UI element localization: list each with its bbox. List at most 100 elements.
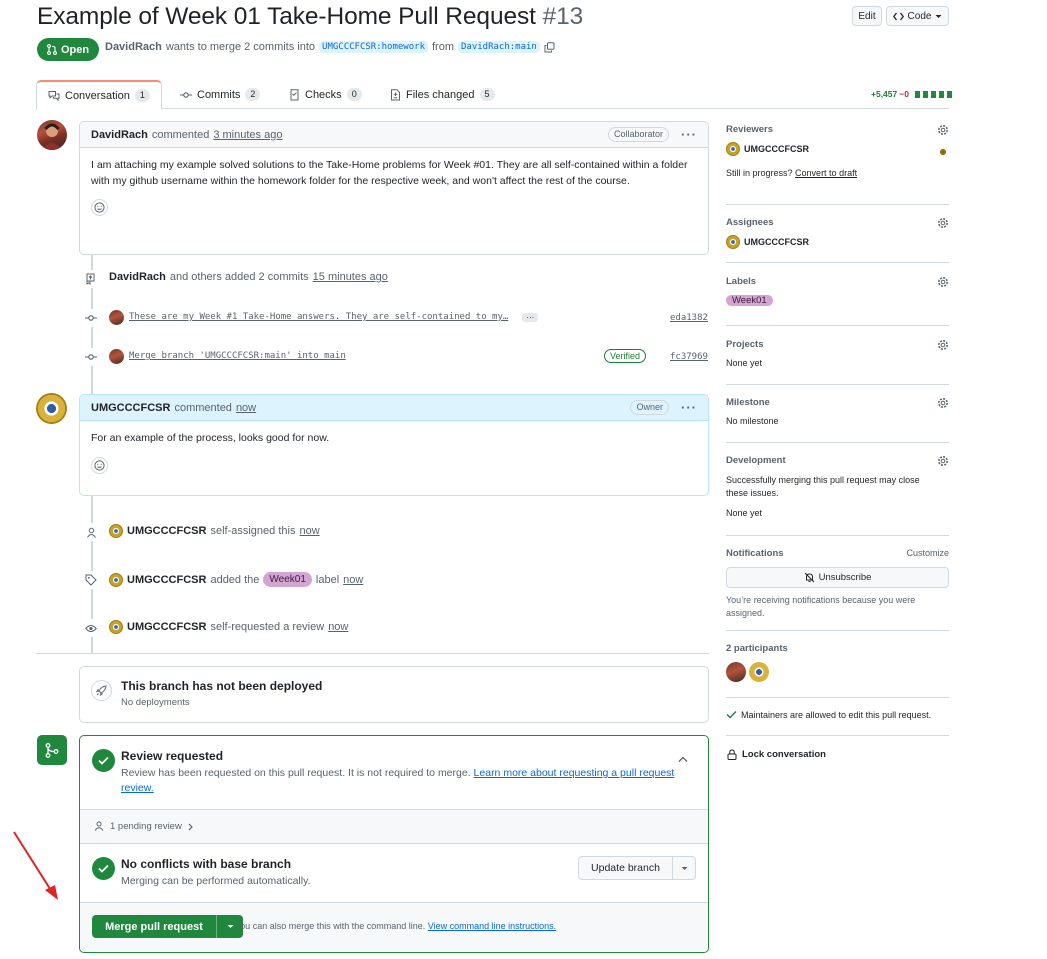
sidebar-assignees: Assignees UMGCCCFCSR bbox=[726, 217, 949, 263]
avatar[interactable] bbox=[109, 349, 124, 364]
comment-box: DavidRach commented 3 minutes ago Collab… bbox=[79, 121, 709, 255]
avatar[interactable] bbox=[726, 662, 746, 682]
comment-header: UMGCCCFCSR commented now Owner ··· bbox=[80, 395, 708, 421]
smiley-icon bbox=[94, 202, 105, 213]
gear-icon[interactable] bbox=[937, 397, 949, 409]
comment-timestamp[interactable]: 3 minutes ago bbox=[213, 129, 282, 141]
notifications-note: You’re receiving notifications because y… bbox=[726, 595, 916, 618]
caret-down-icon bbox=[681, 866, 688, 871]
avatar bbox=[726, 142, 740, 156]
unsubscribe-button[interactable]: Unsubscribe bbox=[726, 567, 949, 588]
comment-author[interactable]: DavidRach bbox=[91, 129, 148, 141]
tag-icon bbox=[82, 571, 100, 589]
tab-files-changed[interactable]: Files changed 5 bbox=[390, 80, 495, 109]
smiley-icon bbox=[94, 459, 105, 471]
commit-message[interactable]: Merge branch 'UMGCCCFCSR:main' into main bbox=[129, 351, 346, 361]
reviewer-name: UMGCCCFCSR bbox=[744, 144, 809, 154]
avatar[interactable] bbox=[109, 524, 123, 538]
event-text: and others added 2 commits bbox=[169, 271, 309, 283]
milestone-value: No milestone bbox=[726, 416, 779, 426]
merge-pull-request-button[interactable]: Merge pull request bbox=[92, 921, 216, 933]
event-actor[interactable]: UMGCCCFCSR bbox=[127, 574, 206, 586]
event-time[interactable]: now bbox=[343, 574, 363, 586]
commit-sha[interactable]: eda1382 bbox=[670, 313, 708, 323]
customize-link[interactable]: Customize bbox=[906, 548, 949, 558]
avatar[interactable] bbox=[749, 662, 769, 682]
pr-author-link[interactable]: DavidRach bbox=[105, 41, 162, 53]
avatar[interactable] bbox=[109, 310, 124, 325]
sidebar-heading: Development bbox=[726, 455, 786, 466]
label-badge[interactable]: Week01 bbox=[263, 572, 312, 587]
draft-hint-text: Still in progress? bbox=[726, 168, 793, 178]
chevron-up-icon[interactable] bbox=[678, 756, 688, 763]
add-reaction-button[interactable] bbox=[91, 199, 108, 216]
avatar[interactable] bbox=[36, 393, 67, 424]
label-badge[interactable]: Week01 bbox=[726, 295, 773, 306]
diffstat-deletions: −0 bbox=[899, 89, 909, 99]
sidebar-heading: Assignees bbox=[726, 217, 774, 228]
repo-push-icon bbox=[82, 270, 100, 288]
event-time[interactable]: now bbox=[299, 525, 319, 537]
comment-discussion-icon bbox=[48, 90, 60, 101]
timeline-event: UMGCCCFCSR self-assigned this now bbox=[109, 524, 320, 538]
assignee-row[interactable]: UMGCCCFCSR bbox=[726, 235, 949, 249]
pr-title-text: Example of Week 01 Take-Home Pull Reques… bbox=[37, 3, 536, 30]
update-branch-dropdown[interactable] bbox=[672, 856, 696, 880]
draft-hint: Still in progress? Convert to draft bbox=[726, 168, 949, 178]
assignee-name: UMGCCCFCSR bbox=[744, 237, 809, 247]
tab-conversation-label: Conversation bbox=[65, 89, 130, 102]
diffstat-block bbox=[922, 90, 928, 98]
code-button-label: Code bbox=[907, 10, 932, 22]
avatar[interactable] bbox=[109, 572, 123, 587]
commit-message[interactable]: These are my Week #1 Take-Home answers. … bbox=[129, 312, 508, 322]
caret-down-icon bbox=[935, 14, 942, 19]
sidebar-heading: 2 participants bbox=[726, 643, 788, 654]
update-branch-button[interactable]: Update branch bbox=[578, 856, 673, 880]
gear-icon[interactable] bbox=[937, 217, 949, 229]
reviewer-row[interactable]: UMGCCCFCSR bbox=[726, 142, 949, 156]
cli-instructions-link[interactable]: View command line instructions. bbox=[428, 921, 556, 931]
comment-timestamp[interactable]: now bbox=[236, 402, 256, 414]
avatar[interactable] bbox=[37, 120, 67, 150]
head-branch-link[interactable]: DavidRach:main bbox=[457, 41, 540, 53]
event-actor[interactable]: DavidRach bbox=[109, 271, 166, 283]
pending-review-row[interactable]: 1 pending review bbox=[80, 810, 708, 844]
convert-to-draft-link[interactable]: Convert to draft bbox=[795, 168, 857, 178]
event-time[interactable]: 15 minutes ago bbox=[313, 271, 388, 283]
code-button[interactable]: Code bbox=[886, 6, 949, 26]
sidebar-heading: Reviewers bbox=[726, 124, 774, 135]
gear-icon[interactable] bbox=[937, 276, 949, 288]
gear-icon[interactable] bbox=[937, 124, 949, 136]
person-icon bbox=[94, 821, 104, 831]
tab-conversation[interactable]: Conversation 1 bbox=[36, 80, 162, 110]
verified-badge[interactable]: Verified bbox=[604, 349, 647, 363]
sidebar-heading: Labels bbox=[726, 276, 757, 287]
event-actor[interactable]: UMGCCCFCSR bbox=[127, 525, 206, 537]
base-branch-link[interactable]: UMGCCCFCSR:homework bbox=[319, 41, 428, 53]
comment-author[interactable]: UMGCCCFCSR bbox=[91, 402, 170, 414]
tab-files-changed-label: Files changed bbox=[406, 88, 475, 101]
event-actor[interactable]: UMGCCCFCSR bbox=[127, 621, 206, 633]
avatar[interactable] bbox=[109, 620, 123, 634]
commit-sha[interactable]: fc37969 bbox=[670, 352, 708, 362]
gear-icon[interactable] bbox=[937, 339, 949, 351]
tab-checks[interactable]: Checks 0 bbox=[289, 80, 362, 109]
git-merge-icon bbox=[37, 735, 67, 765]
lock-icon bbox=[727, 749, 737, 760]
edit-button[interactable]: Edit bbox=[852, 6, 882, 26]
expand-commit-button[interactable]: ··· bbox=[522, 312, 539, 322]
diffstat-block bbox=[938, 90, 944, 98]
conflicts-section: No conflicts with base branch Merging ca… bbox=[80, 844, 708, 903]
add-reaction-button[interactable] bbox=[91, 456, 108, 474]
avatar bbox=[726, 235, 740, 249]
copy-icon[interactable] bbox=[544, 41, 555, 53]
kebab-menu-icon[interactable]: ··· bbox=[681, 400, 697, 415]
gear-icon[interactable] bbox=[937, 455, 949, 467]
tab-commits[interactable]: Commits 2 bbox=[180, 80, 261, 109]
annotation-arrow bbox=[12, 830, 62, 902]
event-time[interactable]: now bbox=[328, 621, 348, 633]
lock-conversation-button[interactable]: Lock conversation bbox=[727, 749, 826, 760]
kebab-menu-icon[interactable]: ··· bbox=[681, 127, 697, 142]
cli-hint: You can also merge this with the command… bbox=[235, 921, 556, 931]
pr-tabs: Conversation 1 Commits 2 Checks 0 Files … bbox=[36, 80, 949, 110]
